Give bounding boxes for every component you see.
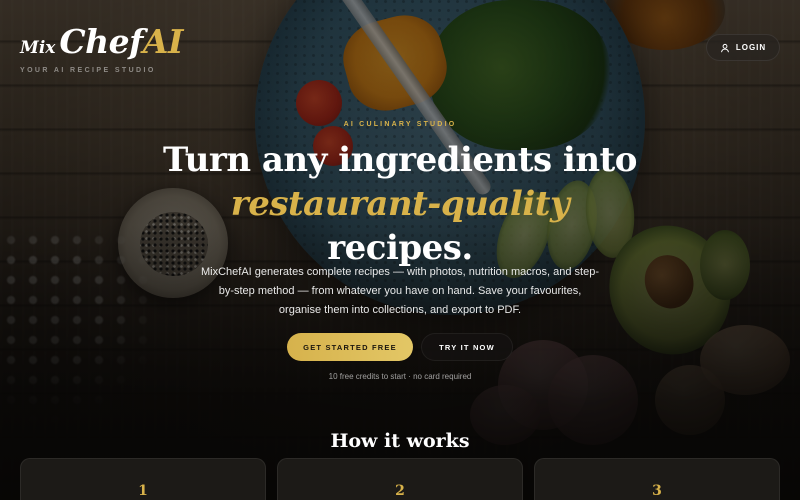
headline-accent: restaurant-quality [230,184,570,224]
step-card: 3 [534,458,780,500]
step-number: 2 [395,483,405,499]
brand-logo[interactable]: Mix Chef AI [20,22,183,61]
login-button[interactable]: LOGIN [706,34,780,61]
login-label: LOGIN [735,43,767,52]
hero-headline: Turn any ingredients into restaurant-qua… [0,138,800,270]
how-it-works-title: How it works [330,430,470,452]
step-card: 1 [20,458,266,500]
step-number: 3 [652,483,662,499]
hero-eyebrow: AI CULINARY STUDIO [343,121,457,128]
steps-grid: 1 2 3 [20,458,780,500]
step-card: 2 [277,458,523,500]
logo-accent: AI [142,22,184,61]
credits-note: 10 free credits to start · no card requi… [328,372,472,381]
brand-tagline: YOUR AI RECIPE STUDIO [20,67,156,74]
step-number: 1 [138,483,148,499]
logo-prefix: Mix [20,38,56,58]
headline-line-1: Turn any ingredients into [163,140,637,180]
get-started-button[interactable]: GET STARTED FREE [287,333,413,361]
user-icon [720,43,729,52]
hero-description: MixChefAI generates complete recipes — w… [200,266,600,316]
logo-main: Chef [59,22,143,61]
try-it-now-button[interactable]: TRY IT NOW [421,333,513,361]
